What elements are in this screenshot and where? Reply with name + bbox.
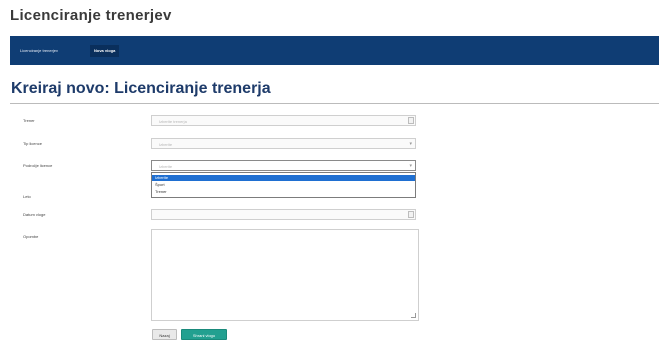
opombe-textarea[interactable] — [151, 229, 419, 321]
trener-placeholder: Izberite trenerja — [159, 119, 187, 124]
nav-item-licenciranje[interactable]: Licenciranje trenerjev — [16, 45, 62, 57]
chevron-down-icon: ▾ — [409, 141, 412, 147]
resize-grip-icon[interactable] — [411, 313, 416, 318]
nav-item-nova-vloga[interactable]: Nova vloga — [90, 45, 120, 57]
chevron-down-icon: ▾ — [409, 163, 412, 169]
save-button[interactable]: Shrani vlogo — [181, 329, 227, 340]
podrocje-dropdown-list: Izberite Šport Trener — [151, 172, 416, 198]
trener-field[interactable]: Izberite trenerja — [151, 115, 416, 126]
tip-licence-select[interactable]: Izberite ▾ — [151, 138, 416, 149]
page-title: Kreiraj novo: Licenciranje trenerja — [11, 80, 271, 97]
tip-licence-label: Tip licence — [23, 141, 42, 146]
tip-licence-placeholder: Izberite — [159, 142, 173, 147]
navbar: Licenciranje trenerjev Nova vloga — [10, 36, 659, 65]
datum-vloge-field[interactable] — [151, 209, 416, 220]
trener-lookup-icon[interactable] — [408, 117, 414, 124]
dropdown-option[interactable]: Trener — [152, 189, 415, 195]
back-button[interactable]: Nazaj — [152, 329, 177, 340]
dropdown-option[interactable]: Izberite — [152, 175, 415, 181]
leto-label: Leto — [23, 194, 31, 199]
calendar-icon[interactable] — [408, 211, 414, 218]
dropdown-option[interactable]: Šport — [152, 182, 415, 188]
title-divider — [10, 103, 659, 104]
podrocje-placeholder: Izberite — [159, 164, 173, 169]
opombe-label: Opombe — [23, 234, 39, 239]
trener-label: Trener — [23, 118, 35, 123]
podrocje-select[interactable]: Izberite ▾ — [151, 160, 416, 171]
datum-vloge-label: Datum vloge — [23, 212, 46, 217]
podrocje-label: Področje licence — [23, 163, 53, 168]
app-title: Licenciranje trenerjev — [10, 7, 172, 24]
